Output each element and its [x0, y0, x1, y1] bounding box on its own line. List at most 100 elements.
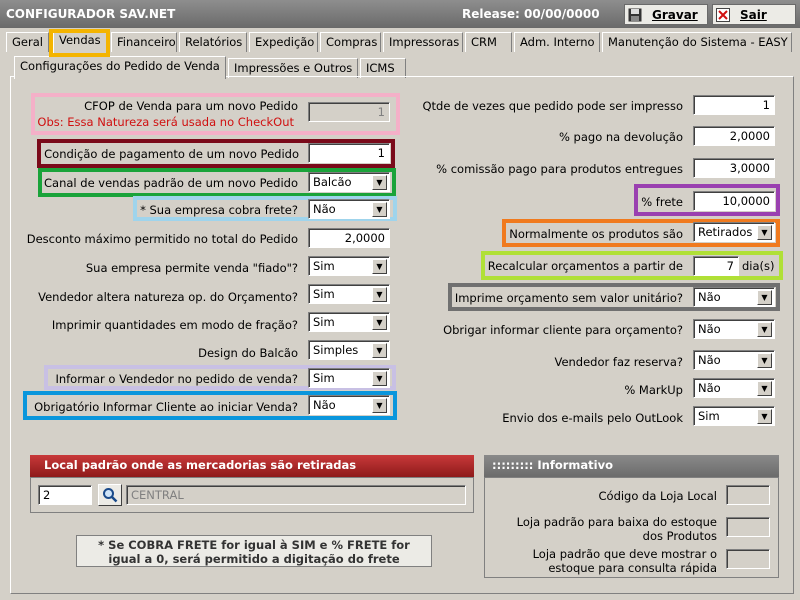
comissao-field[interactable]: 3,0000 [693, 158, 775, 178]
chevron-down-icon[interactable]: ▼ [757, 409, 772, 424]
fracao-label: Imprimir quantidades em modo de fração? [51, 318, 298, 332]
loja-mostrar-label-2: estoque para consulta rápida [548, 561, 717, 575]
design-value: Simples [313, 343, 359, 357]
tab-manutencao[interactable]: Manutenção do Sistema - EASY [602, 32, 792, 52]
normalmente-select[interactable]: Retirados ▼ [693, 222, 775, 242]
tab-impressoes-outros[interactable]: Impressões e Outros [228, 58, 358, 78]
cfop-field[interactable]: 1 [308, 102, 390, 122]
fiado-label: Sua empresa permite venda "fiado"? [85, 261, 298, 275]
frete-note-line2: igual a 0, será permitido a digitação do… [108, 552, 400, 566]
reserva-select[interactable]: Não ▼ [693, 350, 775, 370]
tab-config-pedido[interactable]: Configurações do Pedido de Venda [14, 56, 226, 79]
design-label: Design do Balcão [198, 346, 298, 360]
loja-baixa-label-1: Loja padrão para baixa do estoque [516, 515, 717, 529]
tab-relatorios[interactable]: Relatórios [179, 32, 247, 52]
condicao-label: Condição de pagamento de um novo Pedido [44, 147, 299, 161]
sem-valor-label: Imprime orçamento sem valor unitário? [454, 291, 683, 305]
obrig-orcamento-value: Não [698, 322, 721, 336]
sem-valor-select[interactable]: Não ▼ [693, 287, 775, 307]
recalcular-label: Recalcular orçamentos a partir de [487, 259, 683, 273]
save-button[interactable]: Gravar [624, 4, 708, 25]
tab-expedicao[interactable]: Expedição [249, 32, 318, 52]
tab-geral[interactable]: Geral [6, 32, 49, 52]
chevron-down-icon[interactable]: ▼ [372, 175, 387, 190]
cfop-note: Obs: Essa Natureza será usada no CheckOu… [37, 115, 294, 129]
pago-devolucao-label: % pago na devolução [558, 130, 683, 144]
chevron-down-icon[interactable]: ▼ [757, 322, 772, 337]
informar-vendedor-select[interactable]: Sim ▼ [308, 368, 390, 388]
tab-adm-interno[interactable]: Adm. Interno [514, 32, 600, 52]
close-icon [716, 7, 730, 22]
outlook-select[interactable]: Sim ▼ [693, 406, 775, 426]
markup-select[interactable]: Não ▼ [693, 378, 775, 398]
obrig-cliente-select[interactable]: Não ▼ [308, 395, 390, 415]
frete-label: * Sua empresa cobra frete? [140, 203, 298, 217]
title-bar: CONFIGURADOR SAV.NET Release: 00/00/0000… [0, 0, 800, 28]
local-code-field[interactable]: 2 [38, 485, 92, 505]
recalcular-unit: dia(s) [742, 259, 775, 273]
markup-value: Não [698, 381, 721, 395]
save-label: Gravar [652, 7, 698, 22]
chevron-down-icon[interactable]: ▼ [757, 381, 772, 396]
comissao-label: % comissão pago para produtos entregues [436, 162, 683, 176]
highlight-vendas [49, 29, 110, 57]
canal-select[interactable]: Balcão ▼ [308, 172, 390, 192]
chevron-down-icon[interactable]: ▼ [372, 315, 387, 330]
tab-impressoras[interactable]: Impressoras [383, 32, 463, 52]
obrig-orcamento-select[interactable]: Não ▼ [693, 319, 775, 339]
local-header: Local padrão onde as mercadorias são ret… [30, 455, 474, 477]
natureza-label: Vendedor altera natureza op. do Orçament… [38, 290, 298, 304]
frete-note-line1: * Se COBRA FRETE for igual à SIM e % FRE… [98, 538, 410, 552]
informar-vendedor-value: Sim [313, 371, 335, 385]
chevron-down-icon[interactable]: ▼ [372, 287, 387, 302]
chevron-down-icon[interactable]: ▼ [757, 353, 772, 368]
desconto-label: Desconto máximo permitido no total do Pe… [26, 232, 298, 246]
pago-devolucao-field[interactable]: 2,0000 [693, 126, 775, 146]
obrig-cliente-label: Obrigatório Informar Cliente ao iniciar … [34, 400, 298, 414]
loja-baixa-label-2: dos Produtos [642, 529, 717, 543]
search-button[interactable] [98, 484, 122, 506]
qtde-impressao-label: Qtde de vezes que pedido pode ser impres… [422, 99, 683, 113]
exit-button[interactable]: Sair [712, 4, 796, 25]
chevron-down-icon[interactable]: ▼ [757, 225, 772, 240]
chevron-down-icon[interactable]: ▼ [372, 202, 387, 217]
normalmente-label: Normalmente os produtos são [509, 227, 683, 241]
design-select[interactable]: Simples ▼ [308, 340, 390, 360]
cfop-label: CFOP de Venda para um novo Pedido [84, 99, 298, 113]
fracao-select[interactable]: Sim ▼ [308, 312, 390, 332]
outlook-label: Envio dos e-mails pelo OutLook [502, 411, 683, 425]
qtde-impressao-field[interactable]: 1 [693, 95, 775, 115]
chevron-down-icon[interactable]: ▼ [372, 259, 387, 274]
local-name-field: CENTRAL [126, 485, 466, 505]
loja-mostrar-field [726, 549, 770, 569]
tab-compras[interactable]: Compras [320, 32, 381, 52]
chevron-down-icon[interactable]: ▼ [372, 343, 387, 358]
fiado-select[interactable]: Sim ▼ [308, 256, 390, 276]
frete-select[interactable]: Não ▼ [308, 199, 390, 219]
tab-financeiro[interactable]: Financeiro [111, 32, 177, 52]
recalcular-field[interactable]: 7 [693, 256, 739, 276]
loja-mostrar-label-1: Loja padrão que deve mostrar o [532, 547, 717, 561]
natureza-value: Sim [313, 287, 335, 301]
condicao-field[interactable]: 1 [308, 143, 390, 163]
exit-label: Sair [740, 7, 767, 22]
fiado-value: Sim [313, 259, 335, 273]
desconto-field[interactable]: 2,0000 [308, 228, 390, 248]
reserva-value: Não [698, 353, 721, 367]
floppy-disk-icon [628, 8, 642, 22]
pct-frete-field[interactable]: 10,0000 [693, 191, 775, 211]
obrig-orcamento-label: Obrigar informar cliente para orçamento? [443, 323, 683, 337]
pct-frete-label: % frete [641, 195, 683, 209]
tab-crm[interactable]: CRM [465, 32, 512, 52]
chevron-down-icon[interactable]: ▼ [757, 290, 772, 305]
tab-icms[interactable]: ICMS [360, 58, 406, 78]
fracao-value: Sim [313, 315, 335, 329]
chevron-down-icon[interactable]: ▼ [372, 371, 387, 386]
natureza-select[interactable]: Sim ▼ [308, 284, 390, 304]
sem-valor-value: Não [698, 290, 721, 304]
chevron-down-icon[interactable]: ▼ [372, 398, 387, 413]
markup-label: % MarkUp [624, 383, 683, 397]
canal-value: Balcão [313, 175, 352, 189]
loja-local-field [726, 485, 770, 505]
app-title: CONFIGURADOR SAV.NET [6, 7, 176, 21]
